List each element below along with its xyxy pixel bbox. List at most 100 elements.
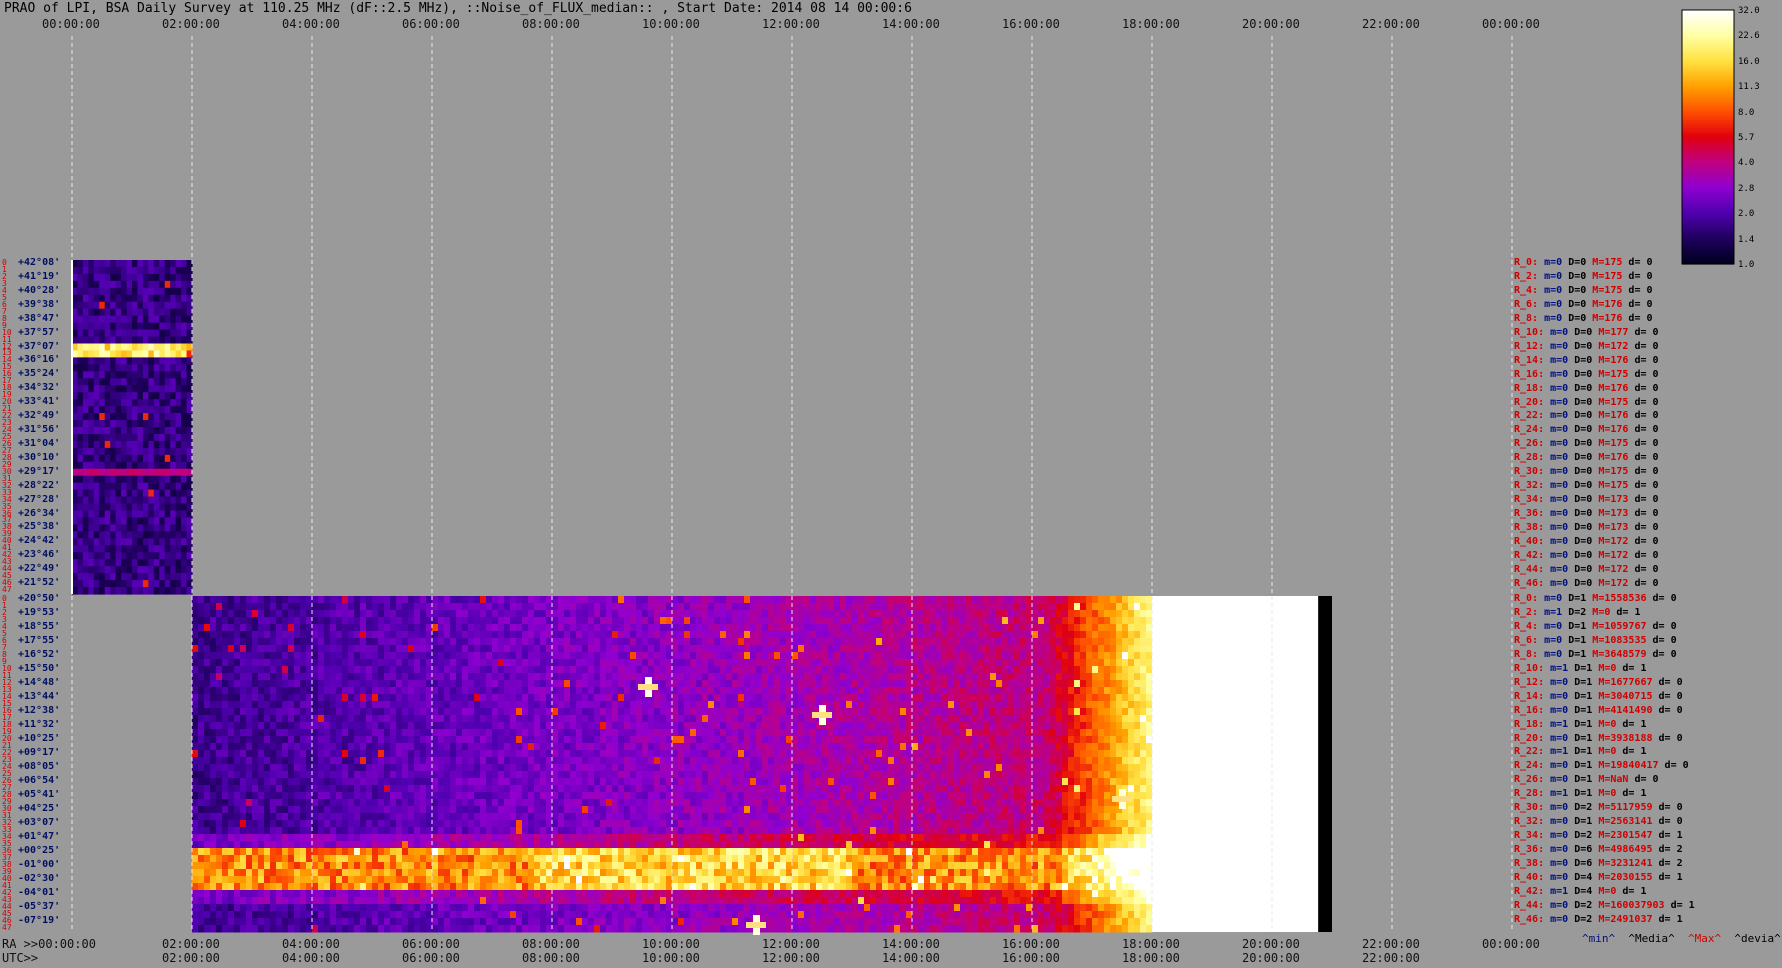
heatmap-cell bbox=[1032, 708, 1039, 716]
heatmap-cell bbox=[164, 266, 171, 275]
heatmap-cell bbox=[612, 610, 619, 618]
heatmap-cell bbox=[246, 617, 253, 625]
heatmap-cell bbox=[948, 743, 955, 751]
heatmap-cell bbox=[936, 736, 943, 744]
heatmap-cell bbox=[110, 260, 117, 268]
heatmap-cell bbox=[181, 322, 188, 331]
heatmap-cell bbox=[756, 652, 763, 660]
heatmap-cell bbox=[450, 722, 457, 730]
heatmap-cell bbox=[996, 736, 1003, 744]
heatmap-cell bbox=[1056, 750, 1063, 758]
heatmap-cell bbox=[360, 652, 367, 660]
heatmap-cell bbox=[1122, 624, 1129, 632]
heatmap-cell bbox=[678, 743, 685, 751]
heatmap-cell bbox=[1086, 701, 1093, 709]
heatmap-cell bbox=[82, 559, 89, 567]
heatmap-cell bbox=[840, 694, 847, 702]
heatmap-cell bbox=[110, 343, 117, 352]
heatmap-cell bbox=[372, 645, 379, 653]
heatmap-cell bbox=[110, 385, 117, 393]
heatmap-cell bbox=[882, 708, 889, 716]
heatmap-cell bbox=[142, 357, 149, 365]
heatmap-cell bbox=[1092, 617, 1099, 625]
heatmap-cell bbox=[708, 652, 715, 660]
heatmap-cell bbox=[396, 750, 403, 758]
heatmap-cell bbox=[846, 603, 853, 611]
heatmap-cell bbox=[816, 736, 823, 744]
heatmap-cell bbox=[264, 687, 271, 695]
heatmap-cell bbox=[492, 645, 499, 653]
heatmap-cell bbox=[774, 680, 781, 688]
heatmap-cell bbox=[288, 687, 295, 695]
heatmap-cell bbox=[846, 659, 853, 667]
heatmap-cell bbox=[1068, 659, 1075, 667]
heatmap-cell bbox=[300, 722, 307, 730]
heatmap-cell bbox=[312, 596, 319, 604]
heatmap-cell bbox=[750, 736, 757, 744]
heatmap-cell bbox=[930, 750, 937, 758]
heatmap-cell bbox=[1032, 638, 1039, 646]
heatmap-cell bbox=[164, 552, 171, 560]
heatmap-cell bbox=[528, 596, 535, 604]
heatmap-cell bbox=[876, 603, 883, 611]
heatmap-cell bbox=[474, 708, 481, 716]
heatmap-cell bbox=[240, 603, 247, 611]
heatmap-cell bbox=[540, 638, 547, 646]
heatmap-cell bbox=[110, 482, 117, 491]
heatmap-cell bbox=[522, 603, 529, 611]
heatmap-cell bbox=[636, 743, 643, 751]
heatmap-cell bbox=[378, 708, 385, 716]
heatmap-cell bbox=[258, 673, 265, 681]
heatmap-cell bbox=[1038, 659, 1045, 667]
heatmap-cell bbox=[270, 603, 277, 611]
heatmap-cell bbox=[378, 673, 385, 681]
heatmap-cell bbox=[360, 624, 367, 632]
heatmap-cell bbox=[1050, 603, 1057, 611]
heatmap-cell bbox=[126, 350, 133, 359]
heatmap-cell bbox=[99, 482, 106, 491]
heatmap-cell bbox=[672, 659, 679, 667]
heatmap-cell bbox=[474, 736, 481, 744]
heatmap-cell bbox=[1002, 757, 1009, 765]
heatmap-cell bbox=[1128, 715, 1135, 723]
heatmap-cell bbox=[330, 701, 337, 709]
heatmap-cell bbox=[390, 764, 397, 772]
heatmap-cell bbox=[300, 729, 307, 737]
heatmap-cell bbox=[762, 736, 769, 744]
heatmap-cell bbox=[834, 673, 841, 681]
heatmap-cell bbox=[696, 596, 703, 604]
heatmap-cell bbox=[588, 694, 595, 702]
heatmap-cell bbox=[312, 631, 319, 639]
heatmap-cell bbox=[966, 708, 973, 716]
heatmap-cell bbox=[522, 666, 529, 674]
heatmap-cell bbox=[558, 687, 565, 695]
heatmap-cell bbox=[1056, 757, 1063, 765]
heatmap-cell bbox=[576, 596, 583, 604]
heatmap-cell bbox=[181, 315, 188, 324]
heatmap-cell bbox=[110, 517, 117, 526]
heatmap-cell bbox=[576, 729, 583, 737]
heatmap-cell bbox=[642, 617, 649, 625]
heatmap-cell bbox=[420, 715, 427, 723]
heatmap-cell bbox=[510, 659, 517, 667]
heatmap-cell bbox=[792, 757, 799, 765]
heatmap-cell bbox=[828, 757, 835, 765]
heatmap-cell bbox=[240, 757, 247, 765]
heatmap-cell bbox=[132, 440, 139, 449]
heatmap-cell bbox=[966, 750, 973, 758]
heatmap-cell bbox=[82, 294, 89, 303]
heatmap-cell bbox=[1008, 722, 1015, 730]
heatmap-cell bbox=[142, 378, 149, 386]
heatmap-cell bbox=[684, 603, 691, 611]
heatmap-cell bbox=[82, 336, 89, 345]
heatmap-cell bbox=[630, 666, 637, 674]
heatmap-cell bbox=[972, 673, 979, 681]
heatmap-cell bbox=[762, 764, 769, 772]
heatmap-cell bbox=[300, 736, 307, 744]
heatmap-cell bbox=[534, 708, 541, 716]
heatmap-cell bbox=[126, 468, 133, 477]
heatmap-cell bbox=[110, 587, 117, 595]
heatmap-cell bbox=[132, 496, 139, 505]
heatmap-cell bbox=[170, 538, 177, 546]
heatmap-cell bbox=[978, 652, 985, 660]
